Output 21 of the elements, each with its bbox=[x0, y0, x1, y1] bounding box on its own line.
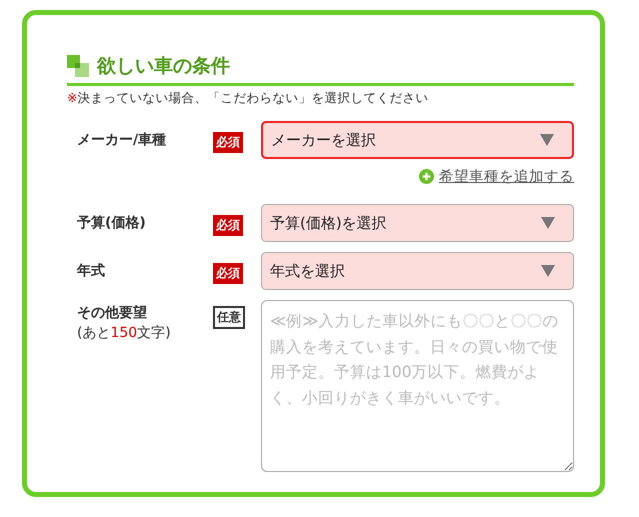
plus-icon bbox=[419, 169, 434, 184]
field-label: メーカー/車種 bbox=[77, 131, 168, 149]
dropdown-select[interactable]: メーカーを選択 bbox=[261, 121, 574, 159]
field-label: 年式 bbox=[77, 262, 106, 280]
dropdown-select[interactable]: 予算(価格)を選択 bbox=[261, 204, 574, 242]
character-counter: (あと 150文字) bbox=[77, 324, 172, 342]
required-badge: 必須 bbox=[213, 132, 243, 153]
field-label: その他要望 bbox=[77, 304, 148, 322]
squares-icon bbox=[67, 55, 89, 77]
field-label: 予算(価格) bbox=[77, 214, 147, 232]
section-title: 欲しい車の条件 bbox=[97, 54, 230, 79]
add-model-link[interactable]: 希望車種を追加する bbox=[419, 167, 574, 186]
dropdown-arrow-icon bbox=[540, 134, 554, 146]
instruction-note: ※決まっていない場合、「こだわらない」を選択してください bbox=[67, 90, 430, 107]
required-badge: 必須 bbox=[213, 263, 243, 284]
dropdown-arrow-icon bbox=[541, 217, 555, 229]
dropdown-arrow-icon bbox=[541, 265, 555, 277]
dropdown-select[interactable]: 年式を選択 bbox=[261, 252, 574, 290]
request-textarea[interactable]: ≪例≫入力した車以外にも〇〇と〇〇の購入を考えています。日々の買い物で使用予定。予算は100万以下。燃費がよく、小回りがきく車がいいです。 bbox=[261, 300, 574, 472]
required-badge: 必須 bbox=[213, 215, 243, 236]
optional-badge: 任意 bbox=[213, 306, 245, 329]
